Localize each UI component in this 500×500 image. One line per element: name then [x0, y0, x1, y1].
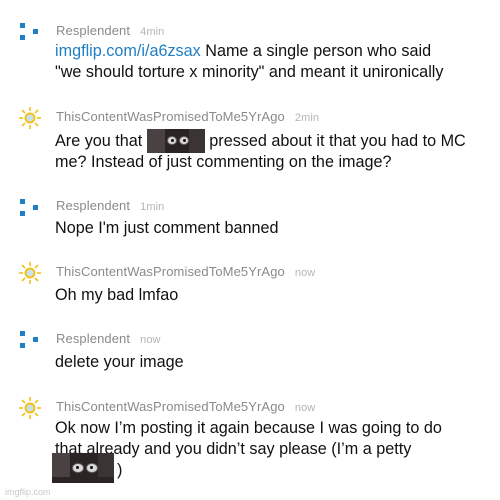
comment-body: imgflip.com/i/a6zsax Name a single perso… — [55, 41, 485, 83]
timestamp: 4min — [140, 26, 165, 38]
comment-text: "we should torture x minority" and meant… — [55, 63, 444, 81]
blue-pixel-avatar-icon[interactable] — [18, 20, 42, 44]
timestamp: now — [140, 334, 161, 346]
comment-body: Oh my bad lmfao — [55, 285, 485, 306]
username[interactable]: Resplendent — [56, 331, 130, 346]
comment-text: delete your image — [55, 353, 184, 371]
comment-text: Nope I'm just comment banned — [55, 219, 279, 237]
comment-body: Are you that pressed about it that you h… — [55, 128, 485, 173]
timestamp: now — [294, 402, 316, 414]
username[interactable]: Resplendent — [56, 23, 130, 38]
comment-text: Are you that — [55, 132, 147, 150]
comment-body: Ok now I’m posting it again because I wa… — [55, 418, 485, 481]
sun-avatar-icon[interactable] — [18, 396, 42, 420]
username[interactable]: Resplendent — [56, 198, 130, 213]
sun-avatar-icon[interactable] — [18, 106, 42, 130]
comment-body: Nope I'm just comment banned — [55, 218, 485, 239]
watermark: imgflip.com — [5, 487, 51, 497]
comment-text: Ok now I’m posting it again because I wa… — [55, 419, 442, 437]
timestamp: now — [294, 267, 316, 279]
comment-body: delete your image — [55, 352, 485, 373]
username[interactable]: ThisContentWasPromisedToMe5YrAgo — [56, 264, 285, 279]
blue-pixel-avatar-icon[interactable] — [18, 196, 42, 220]
timestamp: 1min — [140, 201, 165, 213]
sun-avatar-icon[interactable] — [18, 261, 42, 285]
comment-text: me? Instead of just commenting on the im… — [55, 153, 392, 171]
comment-text: pressed about it that you had to MC — [204, 132, 466, 150]
blue-pixel-avatar-icon[interactable] — [18, 328, 42, 352]
meme-image[interactable] — [146, 128, 205, 153]
username[interactable]: ThisContentWasPromisedToMe5YrAgo — [56, 399, 285, 414]
comment-text: Name a single person who said — [200, 42, 432, 60]
image-link[interactable]: imgflip.com/i/a6zsax — [55, 42, 201, 60]
timestamp: 2min — [294, 112, 320, 124]
comment-text: Oh my bad lmfao — [55, 286, 179, 304]
username[interactable]: ThisContentWasPromisedToMe5YrAgo — [56, 109, 285, 124]
comment-text: ) — [117, 461, 123, 479]
meme-image[interactable] — [52, 453, 114, 483]
